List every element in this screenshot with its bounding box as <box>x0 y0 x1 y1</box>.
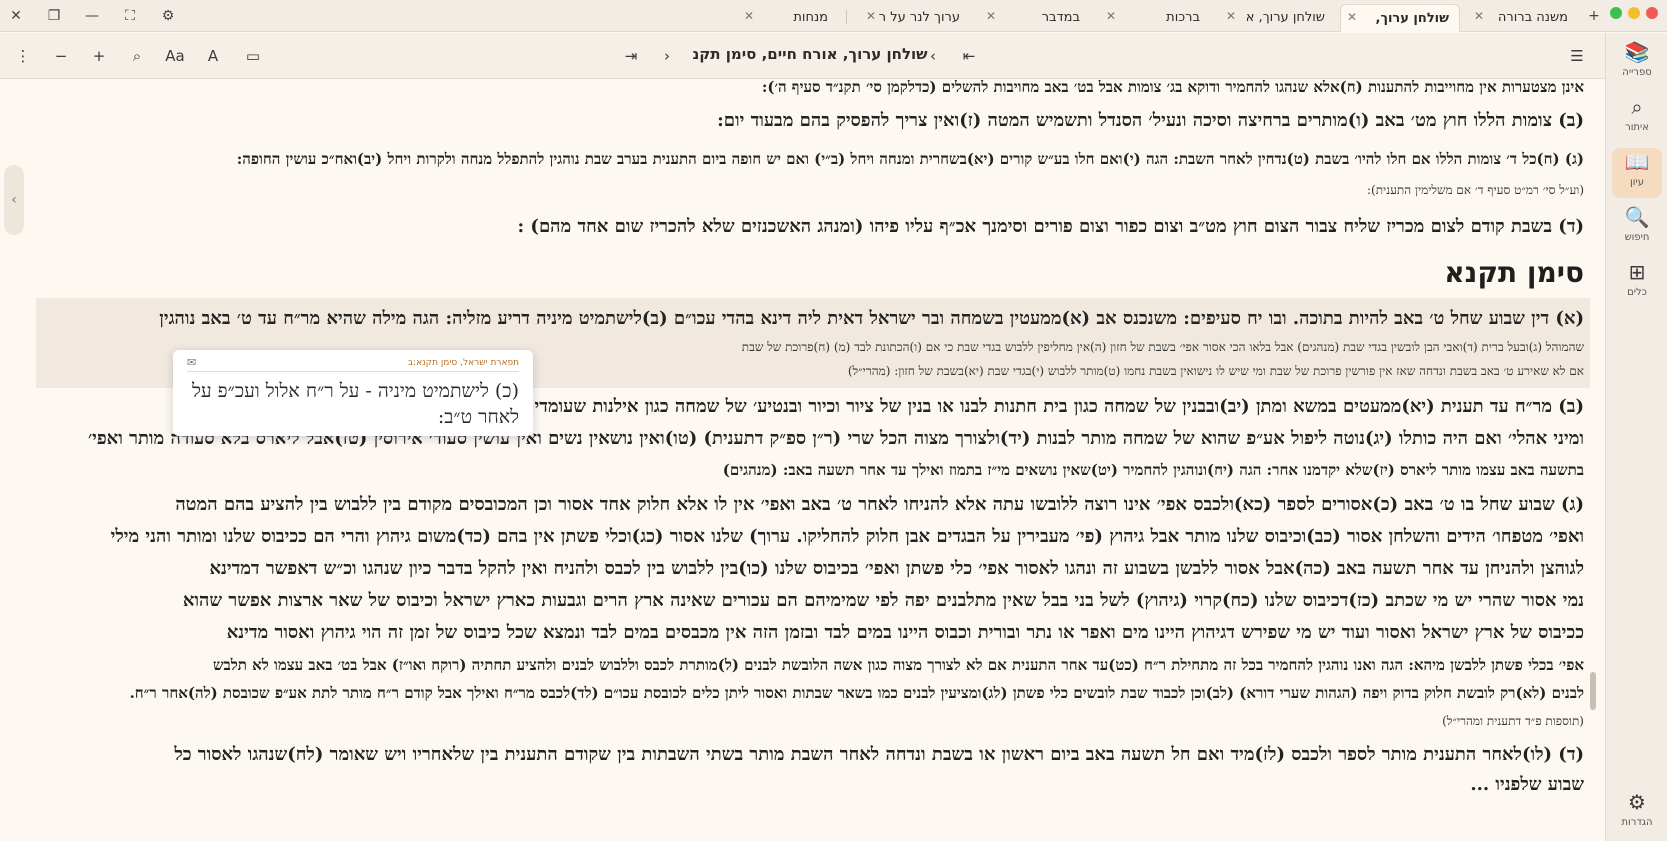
sidebar-item-settings[interactable]: ⚙ הגדרות <box>1612 788 1662 838</box>
text-line[interactable]: (תוספות פ״ד דתענית ומהרי״ל) <box>1442 714 1584 729</box>
sidebar-item-label: הגדרות <box>1621 817 1653 828</box>
text-line[interactable]: (וע״ל סי׳ רמ״ט סעיף ד׳ אם משלימין התענית… <box>1367 183 1584 198</box>
collapse-panel-handle[interactable]: ‹ <box>4 165 24 235</box>
fullscreen-icon[interactable]: ⛶ <box>120 6 140 26</box>
zoom-out-icon[interactable]: − <box>50 45 72 67</box>
tab-berachot[interactable]: ברכות ✕ <box>1100 4 1210 32</box>
search-icon: 🔍 <box>1624 205 1650 229</box>
panel-toggle-icon[interactable]: ▭ <box>242 45 264 67</box>
sidebar-item-tools[interactable]: ⊞ כלים <box>1612 258 1662 308</box>
zoom-in-icon[interactable]: + <box>88 45 110 67</box>
text-line[interactable]: לגוהצן ולהניחן עד אחר תשעה באב (כה)אבל א… <box>209 558 1584 579</box>
tab-label: שולחן ערוך, <box>1375 11 1450 26</box>
close-icon[interactable]: ✕ <box>744 9 754 23</box>
close-icon[interactable]: ✕ <box>1474 9 1484 23</box>
sidebar-item-label: ספרייה <box>1622 67 1652 78</box>
text-line[interactable]: (א) דין שבוע שחל ט׳ באב להיות בתוכה. ובו… <box>159 308 1584 329</box>
text-line[interactable]: נמי אסור שהרי יש מי שכתב (כז)דכיבוס שלנו… <box>183 590 1584 611</box>
text-line[interactable]: ואפי׳ מטפחו׳ הידים והשלחן אסור (כב)וכיבו… <box>111 526 1584 547</box>
reader-toolbar: ⋮ − + ⌕ Aa A ▭ ⇥ › שולחן ערוך, אורח חיים… <box>0 33 1605 79</box>
restore-icon[interactable]: ❐ <box>44 6 64 26</box>
minimize-icon[interactable]: — <box>82 6 102 26</box>
tab-label: שולחן ערוך, א <box>1245 10 1325 25</box>
text-content: אינן מצטערות אין מחוייבות להתענות (ח)אלא… <box>28 80 1598 841</box>
tab-aruch-laner[interactable]: ערוך לנר על ר ✕ <box>860 4 970 32</box>
text-line[interactable]: אם לא שאירע ט׳ באב בשבת ונדחה שאז אין פו… <box>848 364 1584 379</box>
sidebar-item-locate[interactable]: ⌕ איתור <box>1612 93 1662 143</box>
text-line[interactable]: (ד) בשבת קודם לצום מכריז שליח צבור הצום … <box>518 216 1584 237</box>
text-line[interactable]: (ד) (לו)לאחר התענית מותר לספר ולכבס (לז)… <box>174 744 1584 765</box>
close-window-icon[interactable]: ✕ <box>6 6 26 26</box>
tab-label: ערוך לנר על ר <box>878 10 960 25</box>
tab-separator <box>846 10 847 24</box>
popup-divider <box>187 371 519 372</box>
text-line[interactable]: אינן מצטערות אין מחוייבות להתענות (ח)אלא… <box>762 80 1584 97</box>
book-icon: 📖 <box>1624 150 1650 174</box>
sidebar-item-label: חיפוש <box>1624 232 1650 243</box>
tools-icon: ⊞ <box>1628 260 1646 284</box>
scrollbar-thumb[interactable] <box>1590 672 1596 710</box>
siman-title: סימן תקנא <box>1444 256 1584 289</box>
close-icon[interactable]: ✕ <box>1106 9 1116 23</box>
tab-shulchan-aruch-active[interactable]: שולחן ערוך, ✕ <box>1340 4 1460 32</box>
sidebar-item-label: כלים <box>1627 287 1647 298</box>
text-line[interactable]: ככיבוס של ארץ ישראל ואסור ועוד יש מי שפי… <box>227 622 1584 643</box>
tab-label: משנה ברורה <box>1497 10 1568 25</box>
gear-icon: ⚙ <box>1628 790 1646 814</box>
close-icon[interactable]: ✕ <box>1347 10 1357 24</box>
window-dot-green[interactable] <box>1610 7 1622 19</box>
library-icon: 📚 <box>1624 40 1650 64</box>
tab-bar: ✕ ❐ — ⛶ ⚙ מנחות ✕ ערוך לנר על ר ✕ במדבר … <box>0 0 1667 32</box>
text-line[interactable]: לבנים (לא)רק לובשת חלוק בדוק ויפה (הגהות… <box>130 684 1584 703</box>
close-icon[interactable]: ✕ <box>986 9 996 23</box>
sidebar-item-library[interactable]: 📚 ספרייה <box>1612 38 1662 88</box>
text-line[interactable]: שהמוהל (ג)ובעל ברית (ד)ואבי הבן לובשין ב… <box>742 340 1584 355</box>
tab-bamidbar[interactable]: במדבר ✕ <box>980 4 1090 32</box>
font-size-icon[interactable]: A <box>202 45 224 67</box>
first-page-icon[interactable]: ⇤ <box>958 45 980 67</box>
tab-menachot[interactable]: מנחות ✕ <box>738 4 838 32</box>
tab-shulchan-aruch-2[interactable]: שולחן ערוך, א ✕ <box>1220 4 1335 32</box>
window-dot-yellow[interactable] <box>1628 7 1640 19</box>
next-page-icon[interactable]: › <box>656 45 678 67</box>
text-line[interactable]: שבוע שלפניו ... <box>1470 774 1584 795</box>
menu-icon[interactable]: ☰ <box>1566 45 1588 67</box>
text-line[interactable]: אפי׳ בכלי פשתן ללבשן מיהא: הגה ואנו נוהג… <box>213 656 1584 675</box>
sidebar-item-search[interactable]: 🔍 חיפוש <box>1612 203 1662 253</box>
book-title: שולחן ערוך, אורח חיים, סימן תקנ <box>692 45 928 63</box>
window-dot-red[interactable] <box>1646 7 1658 19</box>
tab-mishna-berura[interactable]: משנה ברורה ✕ <box>1468 4 1578 32</box>
popup-source-title: תפארת ישראל, סימן תקנא:ב <box>407 358 519 368</box>
sidebar-item-study[interactable]: 📖 עיון <box>1612 148 1662 198</box>
prev-page-icon[interactable]: ‹ <box>922 45 944 67</box>
close-icon[interactable]: ✕ <box>1226 9 1236 23</box>
envelope-icon[interactable]: ✉ <box>187 356 196 369</box>
text-line[interactable]: בתשעה באב עצמו מותר ליארס (יז)שלא יקדמנו… <box>723 461 1584 480</box>
font-style-icon[interactable]: Aa <box>164 45 186 67</box>
sidebar-item-label: איתור <box>1625 122 1649 133</box>
last-page-icon[interactable]: ⇥ <box>620 45 642 67</box>
search-icon[interactable]: ⌕ <box>126 45 148 67</box>
close-icon[interactable]: ✕ <box>866 9 876 23</box>
more-icon[interactable]: ⋮ <box>12 45 34 67</box>
sidebar-item-label: עיון <box>1630 177 1644 188</box>
text-line[interactable]: (ג) שבוע שחל בו ט׳ באב (כ)אסורים לספר (כ… <box>175 494 1584 515</box>
tab-label: במדבר <box>1041 10 1080 25</box>
text-line[interactable]: (ב) צומות הללו חוץ מט׳ באב (ו)מותרים ברח… <box>717 110 1584 131</box>
popup-text: (כ) לישתמיט מיניה - על ר״ח אלול ועכ״פ על… <box>192 380 519 428</box>
settings-icon[interactable]: ⚙ <box>158 6 178 26</box>
right-sidebar: 📚 ספרייה ⌕ איתור 📖 עיון 🔍 חיפוש ⊞ כלים ⚙… <box>1605 33 1667 841</box>
tab-label: מנחות <box>793 10 828 25</box>
add-tab-icon[interactable]: + <box>1584 6 1604 26</box>
locate-icon: ⌕ <box>1631 95 1643 119</box>
text-line[interactable]: (ג) (ח)כל ד׳ צומות הללו אם חלו להיו׳ בשב… <box>237 150 1584 169</box>
tab-label: ברכות <box>1166 10 1200 25</box>
commentary-popup[interactable]: תפארת ישראל, סימן תקנא:ב ✉ (כ) לישתמיט מ… <box>173 350 533 436</box>
